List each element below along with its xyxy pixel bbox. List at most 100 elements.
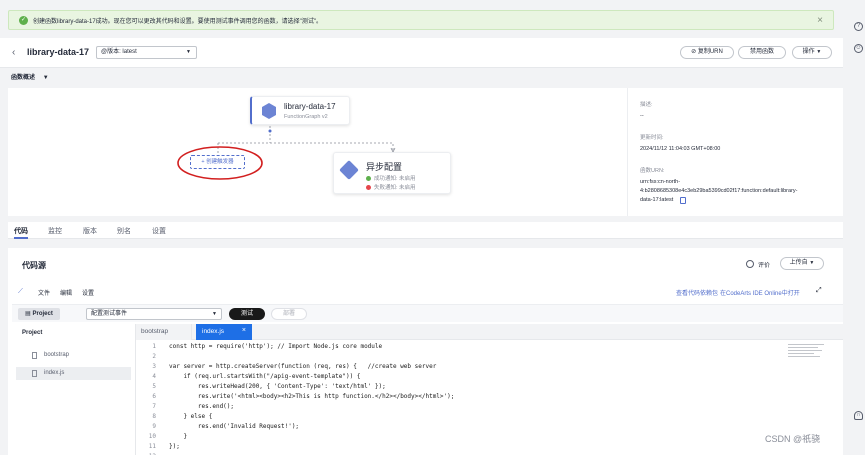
rating-icon[interactable] xyxy=(746,260,754,268)
success-banner: ✓ 创建函数library-data-17成功。现在您可以更改其代码和设置。要使… xyxy=(8,10,834,30)
test-event-select[interactable]: 配置测试事件 ▼ xyxy=(86,308,222,320)
close-icon[interactable]: × xyxy=(817,15,823,26)
failure-status-dot xyxy=(366,185,371,190)
file-tab-index-js[interactable]: index.js × xyxy=(196,324,252,340)
link-icon: ⊘ xyxy=(691,49,697,55)
back-icon[interactable]: ‹ xyxy=(12,47,15,58)
file-tab-bootstrap[interactable]: bootstrap xyxy=(136,324,192,340)
disable-function-label: 禁用函数 xyxy=(749,49,774,55)
menu-edit[interactable]: 编辑 xyxy=(60,288,72,297)
copy-urn-button[interactable]: ⊘ 复制URN xyxy=(680,46,734,59)
function-name: library-data-17 xyxy=(27,47,90,57)
copy-urn-label: 复制URN xyxy=(697,49,723,55)
feedback-smile-icon[interactable]: ☺ xyxy=(854,44,863,53)
upload-from-label: 上传自 xyxy=(789,260,808,266)
overview-label: 函数概述 xyxy=(11,75,36,81)
function-node-title: library-data-17 xyxy=(284,102,336,111)
tab-settings[interactable]: 设置 xyxy=(152,226,166,236)
updated-time-label: 更新时间: xyxy=(640,135,664,141)
failure-notify-text: 失败通知: 未启用 xyxy=(374,185,416,191)
menu-settings[interactable]: 设置 xyxy=(82,288,94,297)
help-icon[interactable]: ? xyxy=(854,22,863,31)
caret-down-icon: ▼ xyxy=(809,260,815,266)
tab-code[interactable]: 代码 xyxy=(14,226,28,236)
function-node-subtitle: FunctionGraph v2 xyxy=(284,114,328,120)
menu-file[interactable]: 文件 xyxy=(38,288,50,297)
code-editor[interactable]: 1 2 3 4 5 6 7 8 9 10 11 12 const http = … xyxy=(136,340,843,455)
code-line: res.end('Invalid Request!'); xyxy=(169,423,300,430)
fullscreen-icon[interactable]: ⤢ xyxy=(816,287,822,295)
urn-value-line3: data-17:latest xyxy=(640,197,674,203)
function-node[interactable]: library-data-17 FunctionGraph v2 xyxy=(250,96,350,125)
function-overview-toggle[interactable]: 函数概述 ▼ xyxy=(11,72,49,81)
success-notify-text: 成功通知: 未启用 xyxy=(374,176,416,182)
project-title: Project xyxy=(22,330,43,336)
deploy-button-label: 部署 xyxy=(282,311,295,317)
caret-down-icon: ▼ xyxy=(42,75,49,81)
line-number: 5 xyxy=(152,383,156,390)
urn-label: 函数URN: xyxy=(640,168,665,174)
close-icon[interactable]: × xyxy=(242,327,246,334)
operations-button[interactable]: 操作 ▼ xyxy=(792,46,832,59)
caret-down-icon: ▼ xyxy=(816,49,822,55)
view-dependency-link[interactable]: 查看代码依赖包 xyxy=(676,288,718,297)
rating-label[interactable]: 评价 xyxy=(758,260,770,269)
line-number: 2 xyxy=(152,353,156,360)
code-line: const http = require('http'); // Import … xyxy=(169,343,383,350)
code-line: } else { xyxy=(169,413,213,420)
function-meta-panel: 描述: -- 更新时间: 2024/11/12 11:04:03 GMT+08:… xyxy=(627,88,843,216)
function-tabs: 代码 监控 版本 别名 设置 xyxy=(8,222,843,239)
file-name: bootstrap xyxy=(44,352,70,358)
upload-from-button[interactable]: 上传自 ▼ xyxy=(780,257,824,270)
code-line: } xyxy=(169,433,188,440)
file-item-bootstrap[interactable]: bootstrap xyxy=(16,350,131,362)
editor-file-tabs: bootstrap index.js × xyxy=(136,324,843,340)
project-toggle-button[interactable]: ▤ Project xyxy=(18,308,60,320)
code-line: var server = http.createServer(function … xyxy=(169,363,437,370)
project-icon: ▤ xyxy=(25,311,31,317)
tab-code-underline xyxy=(14,237,28,239)
line-number: 4 xyxy=(152,373,156,380)
deploy-button[interactable]: 部署 xyxy=(271,308,307,320)
description-value: -- xyxy=(640,113,644,119)
file-name: index.js xyxy=(44,370,65,376)
test-event-select-value: 配置测试事件 xyxy=(91,311,128,317)
copy-icon[interactable] xyxy=(680,197,686,204)
test-button[interactable]: 测试 xyxy=(229,308,265,320)
code-line: res.end(); xyxy=(169,403,235,410)
headset-icon[interactable]: ∩ xyxy=(854,411,863,420)
code-line: if (req.url.startsWith("/apig-event-temp… xyxy=(169,373,361,380)
line-number: 6 xyxy=(152,393,156,400)
tab-alias[interactable]: 别名 xyxy=(117,226,131,236)
line-number: 7 xyxy=(152,403,156,410)
code-line: }); xyxy=(169,443,180,450)
line-number: 9 xyxy=(152,423,156,430)
async-config-title: 异步配置 xyxy=(366,162,403,172)
banner-message: 创建函数library-data-17成功。现在您可以更改其代码和设置。要使用测… xyxy=(33,18,322,25)
file-tab-label: bootstrap xyxy=(141,328,169,335)
open-in-ide-link[interactable]: 在CodeArts IDE Online中打开 xyxy=(720,288,800,297)
urn-value-line1: urn:fss:cn-north- xyxy=(640,179,681,185)
logo-icon: ⟋ xyxy=(18,288,23,295)
project-toggle-label: Project xyxy=(32,311,53,317)
tab-version[interactable]: 版本 xyxy=(83,226,97,236)
updated-time-value: 2024/11/12 11:04:03 GMT+08:00 xyxy=(640,146,721,152)
file-item-index-js[interactable]: index.js xyxy=(16,367,131,380)
code-line: res.writeHead(200, { 'Content-Type': 'te… xyxy=(169,383,386,390)
test-button-label: 测试 xyxy=(240,311,253,317)
tab-monitor[interactable]: 监控 xyxy=(48,226,62,236)
async-config-icon xyxy=(339,160,359,180)
function-graph-icon xyxy=(262,103,276,119)
editor-toolbar: ▤ Project 配置测试事件 ▼ 测试 部署 xyxy=(12,304,843,322)
caret-down-icon: ▼ xyxy=(186,49,191,55)
version-select-value: @版本: latest xyxy=(101,49,137,55)
file-icon xyxy=(32,370,37,377)
operations-label: 操作 xyxy=(802,49,815,55)
project-explorer: Project bootstrap index.js xyxy=(12,324,136,455)
async-config-node[interactable]: 异步配置 成功通知: 未启用 失败通知: 未启用 xyxy=(333,152,451,194)
version-select[interactable]: @版本: latest ▼ xyxy=(96,46,197,59)
disable-function-button[interactable]: 禁用函数 xyxy=(738,46,786,59)
code-source-title: 代码源 xyxy=(22,261,46,270)
description-label: 描述: xyxy=(640,102,653,108)
code-minimap[interactable] xyxy=(788,342,828,372)
